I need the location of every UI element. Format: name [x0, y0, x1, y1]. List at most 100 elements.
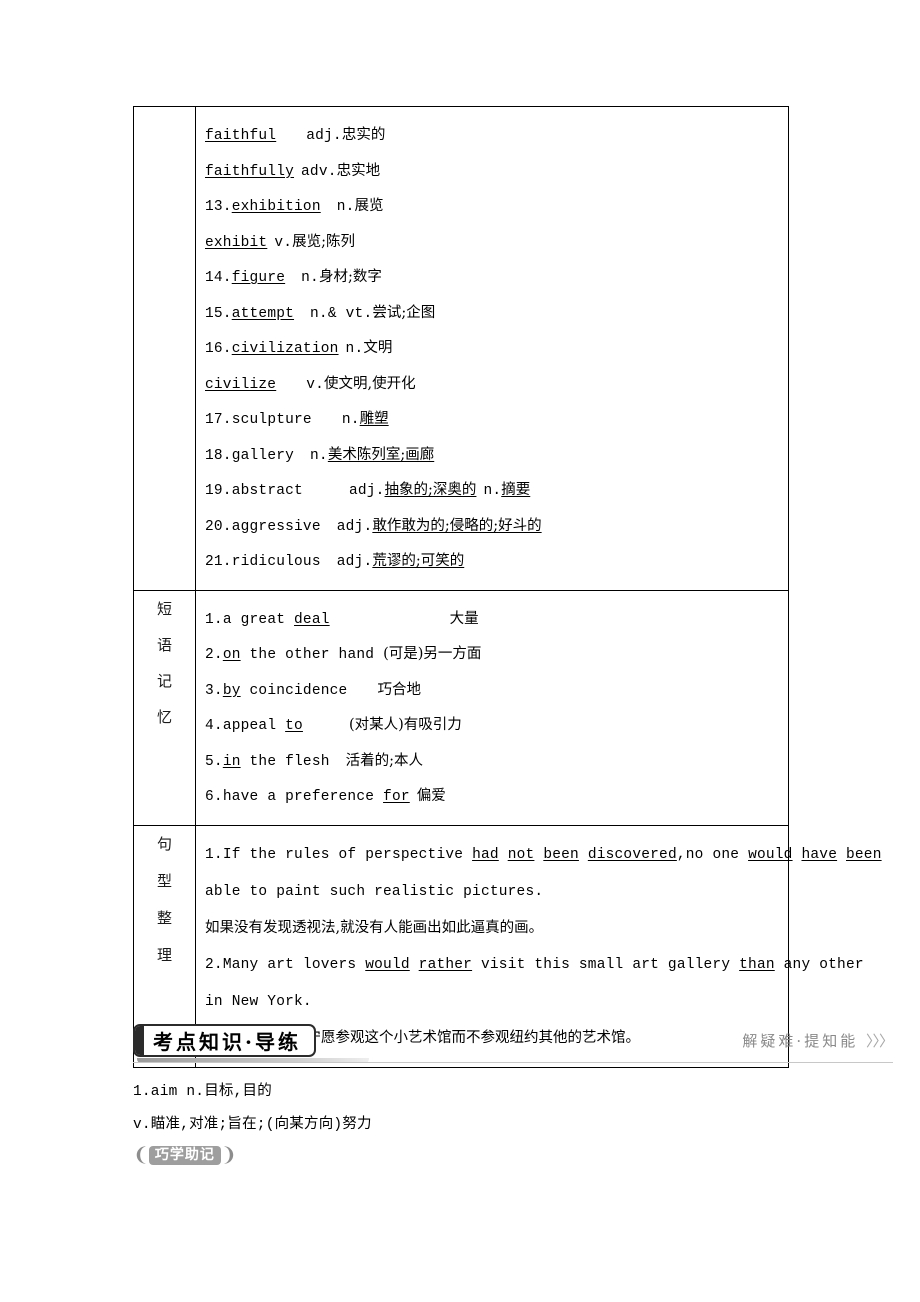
sentence-line-en-2: able to paint such realistic pictures. [205, 873, 782, 910]
phrase-entry: 4.appeal to (对某人)有吸引力 [205, 707, 782, 743]
phrase-post: the other hand [240, 647, 384, 663]
entry-number: 15. [205, 305, 232, 322]
phrase-key: on [222, 647, 241, 663]
section-header-band: 考点知识·导练 解疑难·提知能 〉〉〉 [133, 1024, 894, 1064]
vocabulary-entry: 16.civilization n.文明 [205, 330, 782, 366]
entry-definition: 雕塑 [359, 411, 389, 427]
entry-word: exhibition [231, 199, 321, 215]
label-char: 句 [156, 834, 172, 853]
entry-definition: 抽象的;深奥的 [384, 482, 477, 498]
sentence-text [499, 847, 508, 863]
phrase-key: deal [294, 611, 330, 628]
bracket-right-icon: ❩ [220, 1144, 237, 1166]
entry-pos: adj. [348, 483, 385, 499]
phrase-definition: 偏爱 [416, 788, 446, 804]
phrase-key: by [222, 682, 241, 699]
phrase-definition: 巧合地 [377, 681, 421, 698]
entry-number: 21. [205, 554, 232, 570]
vocabulary-entry: 18.gallery n.美术陈列室;画廊 [205, 437, 782, 473]
entry-pos: adj. [336, 518, 373, 535]
entry-word: exhibit [205, 234, 268, 251]
section-title: 考点知识·导练 [153, 1030, 301, 1054]
sentence-text [579, 847, 588, 863]
vocabulary-entry: 15.attempt n.& vt.尝试;企图 [205, 295, 782, 331]
table-row-phrases: 短语记忆 1.a great deal 大量 2.on the other hand… [133, 589, 789, 826]
vocabulary-entry: 13.exhibition n.展览 [205, 188, 782, 224]
sentence-key: would [748, 846, 793, 863]
entry-definition: 敢作敢为的;侵略的;好斗的 [372, 517, 542, 534]
entry-number: 2. [205, 956, 223, 973]
entry-word: civilize [205, 376, 277, 393]
sentence-line-en-2: in New York. [205, 983, 782, 1020]
vocabulary-list: faithful adj.忠实的 faithfully adv.忠实地 13.exhib… [196, 107, 788, 590]
entry-pos: n. [341, 412, 360, 428]
entry-word: figure [231, 270, 286, 286]
section-subtitle: 解疑难·提知能 〉〉〉 [742, 1030, 894, 1051]
entry-definition: 荒谬的;可笑的 [372, 553, 465, 569]
entry-definition: 美术陈列室;画廊 [327, 446, 435, 463]
entry-word: attempt [231, 305, 295, 322]
vocabulary-entry: faithful adj.忠实的 [205, 117, 782, 153]
sentence-text: Many art lovers [222, 956, 366, 973]
entry-definition: 忠实的 [341, 127, 386, 143]
sentence-line-en-1: 2.Many art lovers would rather visit thi… [205, 946, 864, 983]
label-char: 短 [156, 599, 172, 618]
entry-number: 2. [205, 647, 223, 663]
label-char: 记 [156, 671, 172, 690]
entry-number: 19. [205, 483, 232, 499]
phrase-key: in [222, 753, 241, 770]
vocabulary-entry: 21.ridiculous adj.荒谬的;可笑的 [205, 543, 782, 579]
entry-pos: adj. [306, 128, 342, 144]
entry-number: 3. [205, 682, 223, 699]
section-divider [133, 1062, 893, 1063]
entry-number: 1. [205, 611, 223, 628]
sentence-text: If the rules of perspective [222, 846, 473, 863]
phrase-pre: appeal [222, 718, 286, 734]
entry-number: 4. [205, 718, 223, 734]
vocabulary-entry: 17.sculpture n.雕塑 [205, 401, 782, 437]
entry-definition: 忠实地 [336, 162, 381, 179]
chevron-right-icon: 〉〉〉 [865, 1032, 894, 1050]
phrase-key: for [383, 789, 410, 805]
entry-definition: 身材;数字 [318, 269, 382, 285]
entry-definition: 展览 [354, 198, 384, 214]
entry-pos: n. [336, 199, 355, 215]
entry-definition: 使文明,使开化 [324, 375, 416, 392]
phrase-entry: 6.have a preference for 偏爱 [205, 778, 782, 814]
sentence-text: visit this small art gallery [472, 956, 740, 973]
section-subtitle-text: 解疑难·提知能 [742, 1032, 859, 1050]
label-char: 忆 [156, 707, 172, 726]
entry-pos: v. [274, 234, 293, 251]
vocabulary-entry: 20.aggressive adj.敢作敢为的;侵略的;好斗的 [205, 508, 782, 544]
phrase-pre: a great [222, 611, 295, 628]
label-char: 理 [156, 945, 172, 964]
sentence-text: any other [774, 956, 864, 973]
vocabulary-entry: 19.abstract adj.抽象的;深奥的 n.摘要 [205, 472, 782, 508]
phrase-entry: 5.in the flesh 活着的;本人 [205, 743, 782, 779]
entry-number: 18. [205, 447, 232, 464]
entry-word: faithfully [205, 163, 295, 180]
entry-number: 16. [205, 341, 232, 357]
aim-entry-block: 1.aim n.目标,目的 v.瞄准,对准;旨在;(向某方向)努力 ❨ 巧学助记… [133, 1074, 893, 1165]
sentence-text: ,no one [676, 846, 749, 863]
phrases-list: 1.a great deal 大量 2.on the other hand (可是)… [196, 591, 788, 825]
entry-pos: n. [345, 341, 364, 357]
aim-entry-text-1: 1.aim n.目标,目的 [133, 1084, 272, 1100]
entry-number: 6. [205, 789, 223, 805]
entry-pos: adv. [301, 163, 337, 180]
phrase-entry: 3.by coincidence 巧合地 [205, 672, 782, 708]
entry-word: civilization [231, 341, 339, 357]
sentence-key: not [507, 846, 535, 863]
phrase-definition: 大量 [449, 610, 479, 627]
aim-entry-line-1: 1.aim n.目标,目的 [133, 1074, 893, 1107]
phrase-entry: 2.on the other hand (可是)另一方面 [205, 636, 782, 672]
summary-table: faithful adj.忠实的 faithfully adv.忠实地 13.exhib… [133, 106, 881, 1068]
entry-number: 17. [205, 412, 232, 428]
sentence-text: in New York. [205, 993, 312, 1010]
vocabulary-label-cell [133, 106, 196, 591]
sentence-text: able to paint such realistic pictures. [205, 883, 544, 900]
aim-entry-text-2: v.瞄准,对准;旨在;(向某方向)努力 [133, 1117, 372, 1133]
aim-entry-line-2: v.瞄准,对准;旨在;(向某方向)努力 [133, 1107, 893, 1140]
entry-pos: n.& vt. [310, 305, 373, 322]
entry-word: aggressive [231, 518, 321, 535]
